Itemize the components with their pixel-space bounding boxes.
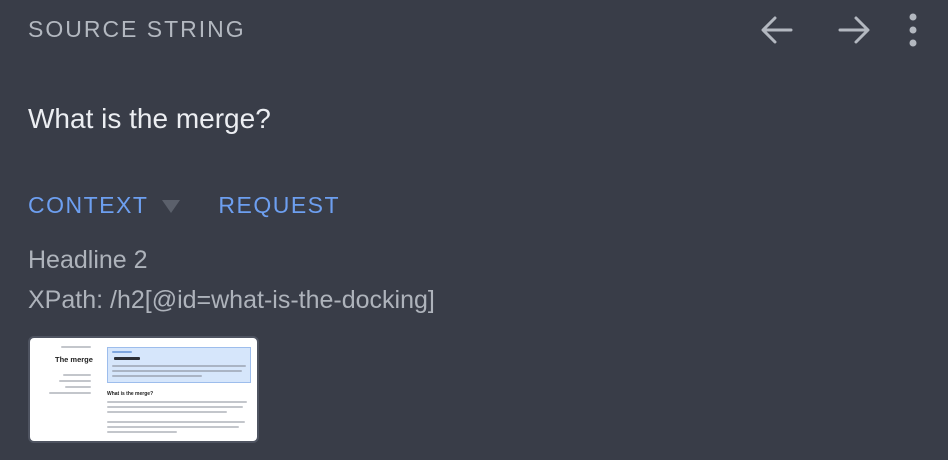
thumb-hl-line: [112, 370, 242, 372]
thumb-nav-line: [59, 380, 91, 382]
header-actions: [722, 8, 928, 52]
more-vert-icon: [909, 13, 917, 47]
thumb-hl-line: [112, 351, 132, 353]
thumb-body-line: [107, 426, 239, 428]
thumb-nav-line: [49, 392, 91, 394]
thumb-hl-line: [112, 375, 202, 377]
thumb-body-line: [107, 431, 177, 433]
forward-button[interactable]: [832, 8, 876, 52]
info-tabs: CONTEXT REQUEST: [28, 192, 340, 219]
context-screenshot-thumbnail[interactable]: The merge What is the merge?: [28, 336, 259, 443]
arrow-left-icon: [761, 16, 793, 44]
tab-request-label: REQUEST: [218, 192, 341, 218]
thumb-highlight-box: [107, 347, 251, 383]
thumb-nav-line: [61, 346, 91, 348]
context-element-type: Headline 2: [28, 246, 148, 274]
source-string-text: What is the merge?: [28, 103, 271, 134]
thumb-body-line: [107, 411, 227, 413]
more-options-button[interactable]: [898, 8, 928, 52]
caret-down-icon: [162, 199, 181, 213]
tab-request[interactable]: REQUEST: [218, 192, 340, 219]
panel-title: SOURCE STRING: [28, 16, 246, 42]
source-string-panel: SOURCE STRING What is the merge? CONTEXT: [0, 0, 948, 460]
thumb-page-title: The merge: [55, 355, 93, 364]
context-xpath: XPath: /h2[@id=what-is-the-docking]: [28, 286, 435, 314]
back-button[interactable]: [755, 8, 799, 52]
thumb-hl-line: [112, 365, 246, 367]
arrow-right-icon: [838, 16, 870, 44]
tab-context-label: CONTEXT: [28, 192, 149, 218]
thumb-hl-heading: [114, 357, 140, 360]
thumbnail-page: The merge What is the merge?: [35, 343, 252, 436]
thumb-body-line: [107, 421, 245, 423]
thumb-body-line: [107, 401, 247, 403]
thumb-body-line: [107, 406, 243, 408]
thumb-nav-line: [65, 386, 91, 388]
thumb-nav-line: [63, 374, 91, 376]
thumb-section-heading: What is the merge?: [107, 391, 154, 397]
tab-context[interactable]: CONTEXT: [28, 192, 181, 219]
